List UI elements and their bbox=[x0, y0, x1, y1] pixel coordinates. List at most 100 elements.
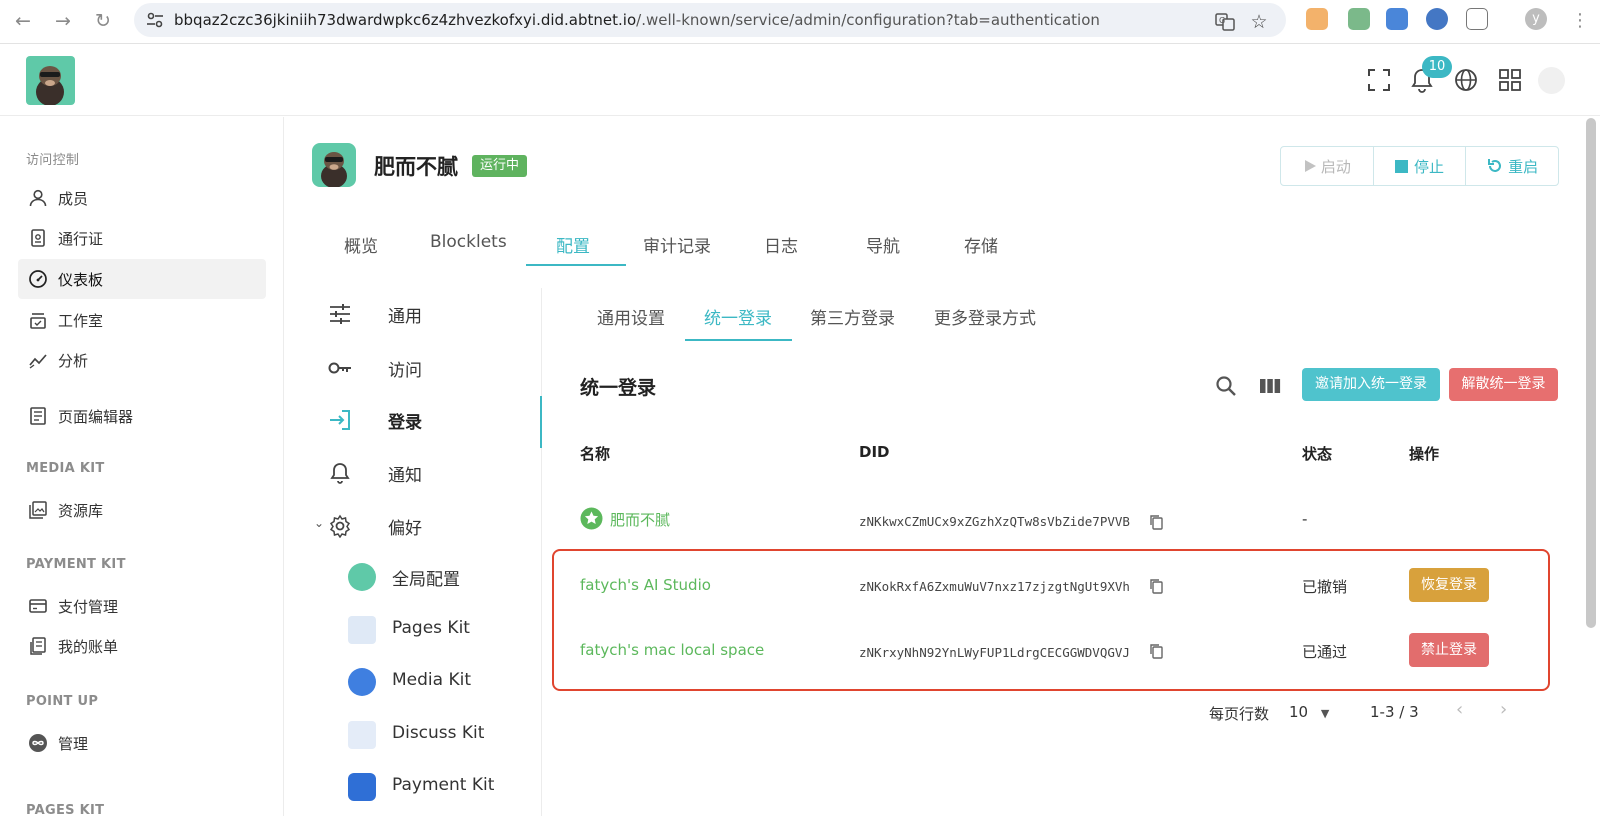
config-nav-label: 偏好 bbox=[388, 519, 422, 539]
config-nav-discuss-kit[interactable]: Discuss Kit bbox=[348, 711, 548, 757]
otter-avatar-icon bbox=[321, 152, 347, 187]
config-nav-payment-kit[interactable]: Payment Kit bbox=[348, 763, 548, 809]
sidebar-section-media-kit: MEDIA KIT bbox=[26, 461, 105, 476]
section-title: 统一登录 bbox=[580, 377, 657, 399]
tab-audit-logs[interactable]: 审计记录 bbox=[643, 232, 711, 257]
user-avatar[interactable] bbox=[1538, 67, 1565, 94]
sidebar-item-label: 页面编辑器 bbox=[58, 408, 134, 426]
app-logo[interactable] bbox=[26, 56, 75, 105]
otter-app-icon bbox=[348, 563, 376, 591]
config-nav-active-indicator bbox=[540, 396, 542, 448]
sidebar-item-label: 管理 bbox=[58, 735, 89, 753]
otter-logo-icon bbox=[36, 66, 64, 105]
extension-icon[interactable] bbox=[1348, 8, 1370, 30]
tab-configuration[interactable]: 配置 bbox=[556, 232, 590, 257]
config-nav-label: 登录 bbox=[388, 413, 422, 433]
browser-menu-icon[interactable]: ⋮ bbox=[1567, 8, 1593, 34]
bookmark-star-icon[interactable]: ☆ bbox=[1248, 11, 1270, 33]
stop-button[interactable]: 停止 bbox=[1374, 147, 1467, 185]
sliders-icon bbox=[330, 304, 350, 324]
invite-unified-login-button[interactable]: 邀请加入统一登录 bbox=[1302, 368, 1440, 401]
sidebar-item-my-bills[interactable]: 我的账单 bbox=[18, 626, 266, 666]
back-icon[interactable]: ← bbox=[10, 8, 36, 34]
active-tab-indicator bbox=[526, 264, 626, 266]
page-editor-icon bbox=[30, 407, 46, 425]
profile-avatar[interactable]: y bbox=[1525, 8, 1547, 30]
prev-page-icon[interactable]: ‹ bbox=[1456, 699, 1463, 720]
page-scrollbar[interactable] bbox=[1586, 118, 1596, 628]
sidebar-item-members[interactable]: 成员 bbox=[18, 178, 266, 218]
config-nav-sub-label: Media Kit bbox=[392, 670, 471, 690]
sidebar-item-dashboard[interactable]: 仪表板 bbox=[18, 259, 266, 299]
discuss-kit-icon bbox=[348, 721, 376, 749]
search-icon[interactable] bbox=[1214, 374, 1238, 398]
payment-kit-icon bbox=[348, 773, 376, 801]
sidebar-item-point-up-manage[interactable]: 管理 bbox=[18, 723, 266, 763]
translate-icon[interactable]: G bbox=[1214, 11, 1236, 33]
tab-third-party-login[interactable]: 第三方登录 bbox=[810, 304, 895, 329]
tab-overview[interactable]: 概览 bbox=[344, 232, 378, 257]
puzzle-icon[interactable] bbox=[1466, 8, 1488, 30]
chevron-down-icon[interactable]: ⌄ bbox=[314, 516, 324, 530]
sidebar-item-page-editor[interactable]: 页面编辑器 bbox=[18, 396, 266, 436]
start-button[interactable]: 启动 bbox=[1281, 147, 1374, 185]
url-text: bbqaz2czc36jkiniih73dwardwpkc6z4zhvezkof… bbox=[174, 11, 1100, 29]
config-nav-login[interactable]: 登录 bbox=[328, 396, 542, 442]
tab-storage[interactable]: 存储 bbox=[964, 232, 998, 257]
config-nav-preferences[interactable]: ⌄ 偏好 bbox=[314, 502, 542, 548]
sidebar-item-payment-management[interactable]: 支付管理 bbox=[18, 586, 266, 626]
url-host: bbqaz2czc36jkiniih73dwardwpkc6z4zhvezkof… bbox=[174, 11, 637, 29]
site-settings-icon[interactable] bbox=[146, 12, 164, 28]
tab-navigation[interactable]: 导航 bbox=[866, 232, 900, 257]
column-header-name: 名称 bbox=[580, 445, 611, 463]
app-action-group: 启动 停止 重启 bbox=[1280, 146, 1559, 186]
sidebar-item-studio[interactable]: 工作室 bbox=[18, 300, 266, 340]
sidebar-item-passport[interactable]: 通行证 bbox=[18, 218, 266, 258]
config-nav-label: 访问 bbox=[388, 361, 422, 381]
bell-icon bbox=[330, 463, 350, 484]
star-badge-icon bbox=[580, 507, 603, 530]
sidebar-item-analytics[interactable]: 分析 bbox=[18, 340, 266, 380]
rows-per-page-label: 每页行数 bbox=[1209, 705, 1270, 723]
restart-button[interactable]: 重启 bbox=[1466, 147, 1558, 185]
rows-per-page-select[interactable]: 10 ▼ bbox=[1289, 703, 1329, 721]
sidebar-item-label: 我的账单 bbox=[58, 638, 119, 656]
forward-icon[interactable]: → bbox=[50, 8, 76, 34]
config-nav-media-kit[interactable]: Media Kit bbox=[348, 658, 548, 704]
config-nav-pages-kit[interactable]: Pages Kit bbox=[348, 606, 548, 652]
dissolve-unified-login-button[interactable]: 解散统一登录 bbox=[1449, 368, 1558, 401]
sidebar-item-label: 通行证 bbox=[58, 230, 104, 248]
tab-logs[interactable]: 日志 bbox=[764, 232, 798, 257]
next-page-icon[interactable]: › bbox=[1500, 699, 1507, 720]
config-nav-access[interactable]: 访问 bbox=[328, 344, 542, 390]
columns-icon[interactable] bbox=[1258, 374, 1282, 398]
check-extension-icon[interactable] bbox=[1426, 8, 1448, 30]
config-nav-general[interactable]: 通用 bbox=[328, 290, 542, 336]
tab-unified-login[interactable]: 统一登录 bbox=[704, 304, 772, 329]
notification-count-badge: 10 bbox=[1422, 56, 1452, 78]
metamask-extension-icon[interactable] bbox=[1306, 8, 1328, 30]
app-header: 10 bbox=[0, 44, 1600, 116]
stop-square-icon bbox=[1395, 159, 1408, 173]
config-nav-sub-label: Payment Kit bbox=[392, 775, 495, 795]
sidebar-section-payment-kit: PAYMENT KIT bbox=[26, 557, 126, 572]
app-grid-icon[interactable] bbox=[1496, 66, 1524, 94]
browser-toolbar: ← → ↻ bbqaz2czc36jkiniih73dwardwpkc6z4zh… bbox=[0, 0, 1600, 44]
screenshot-extension-icon[interactable] bbox=[1386, 8, 1408, 30]
key-icon bbox=[328, 362, 351, 374]
table-row-name[interactable]: 肥而不腻 bbox=[610, 509, 670, 530]
address-bar[interactable]: bbqaz2czc36jkiniih73dwardwpkc6z4zhvezkof… bbox=[134, 3, 1286, 37]
tab-more-login-methods[interactable]: 更多登录方式 bbox=[934, 304, 1036, 329]
fullscreen-icon[interactable] bbox=[1365, 66, 1393, 94]
config-nav-label: 通用 bbox=[388, 307, 422, 327]
tab-general-settings[interactable]: 通用设置 bbox=[597, 304, 665, 329]
globe-language-icon[interactable] bbox=[1452, 66, 1480, 94]
admin-sidebar: 访问控制 成员 通行证 仪表板 工作室 分析 页面编辑器 MEDIA KIT 资… bbox=[0, 117, 284, 818]
sidebar-item-media-library[interactable]: 资源库 bbox=[18, 490, 266, 530]
reload-icon[interactable]: ↻ bbox=[90, 8, 116, 34]
config-nav-notification[interactable]: 通知 bbox=[328, 449, 542, 495]
config-nav-global-config[interactable]: 全局配置 bbox=[348, 553, 548, 599]
copy-icon[interactable] bbox=[1149, 514, 1163, 530]
tab-blocklets[interactable]: Blocklets bbox=[430, 232, 507, 252]
dashboard-gauge-icon bbox=[29, 270, 47, 288]
